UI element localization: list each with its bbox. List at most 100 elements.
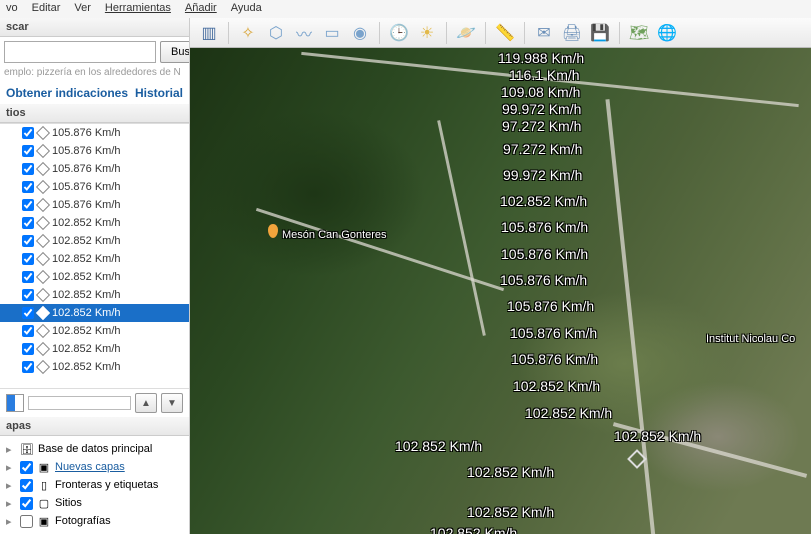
layer-item[interactable]: ▸▣Nuevas capas — [2, 458, 187, 476]
layer-label: Base de datos principal — [38, 443, 152, 455]
place-item[interactable]: 102.852 Km/h — [0, 340, 189, 358]
places-list[interactable]: 105.876 Km/h105.876 Km/h105.876 Km/h105.… — [0, 123, 189, 388]
menu-item[interactable]: Herramientas — [105, 2, 171, 16]
globe-icon[interactable]: 🌐 — [654, 21, 680, 45]
place-item[interactable]: 105.876 Km/h — [0, 196, 189, 214]
place-item[interactable]: 102.852 Km/h — [0, 250, 189, 268]
menu-item[interactable]: Ayuda — [231, 2, 262, 16]
placemark-icon — [36, 270, 50, 284]
menu-item[interactable]: vo — [6, 2, 18, 16]
place-item[interactable]: 102.852 Km/h — [0, 232, 189, 250]
expand-icon[interactable]: ▸ — [6, 515, 16, 528]
save-image-icon[interactable]: 💾 — [587, 21, 613, 45]
panel-toggle-icon[interactable]: ▥ — [196, 21, 222, 45]
place-checkbox[interactable] — [22, 181, 34, 193]
add-path-icon[interactable]: 〰 — [291, 21, 317, 45]
menu-item[interactable]: Ver — [74, 2, 91, 16]
place-item[interactable]: 105.876 Km/h — [0, 124, 189, 142]
add-polygon-icon[interactable]: ⬡ — [263, 21, 289, 45]
directions-link[interactable]: Obtener indicaciones — [6, 86, 128, 100]
place-checkbox[interactable] — [22, 145, 34, 157]
place-checkbox[interactable] — [22, 343, 34, 355]
email-icon[interactable]: ✉ — [531, 21, 557, 45]
placemark-icon — [36, 198, 50, 212]
search-button[interactable]: Buscar — [160, 41, 190, 63]
place-item[interactable]: 105.876 Km/h — [0, 178, 189, 196]
place-label: 105.876 Km/h — [52, 145, 121, 157]
search-panel: Buscar emplo: pizzería en los alrededore… — [0, 37, 189, 82]
sunlight-icon[interactable]: ☀ — [414, 21, 440, 45]
borders-icon: ▯ — [37, 478, 51, 492]
place-checkbox[interactable] — [22, 361, 34, 373]
place-checkbox[interactable] — [22, 217, 34, 229]
layers-list: ▸🗄Base de datos principal▸▣Nuevas capas▸… — [0, 436, 189, 534]
main-toolbar: ▥ ✧⬡〰▭◉ 🕒☀ 🪐 📏 ✉🖨💾 🗺🌐 — [190, 18, 811, 48]
menu-bar[interactable]: vo Editar Ver Herramientas Añadir Ayuda — [0, 0, 811, 18]
search-input[interactable] — [4, 41, 156, 63]
place-item[interactable]: 102.852 Km/h — [0, 286, 189, 304]
place-checkbox[interactable] — [22, 271, 34, 283]
place-checkbox[interactable] — [22, 163, 34, 175]
time-slider-icon[interactable]: 🕒 — [386, 21, 412, 45]
print-icon[interactable]: 🖨 — [559, 21, 585, 45]
add-image-icon[interactable]: ▭ — [319, 21, 345, 45]
layer-item[interactable]: ▸▢Sitios — [2, 494, 187, 512]
layer-item[interactable]: ▸ ▯ Fronteras y etiquetas — [2, 476, 187, 494]
move-down-button[interactable]: ▼ — [161, 393, 183, 413]
place-item[interactable]: 102.852 Km/h — [0, 304, 189, 322]
menu-item[interactable]: Añadir — [185, 2, 217, 16]
layer-item[interactable]: ▸ 🗄 Base de datos principal — [2, 440, 187, 458]
place-item[interactable]: 105.876 Km/h — [0, 142, 189, 160]
place-label: 102.852 Km/h — [52, 343, 121, 355]
move-up-button[interactable]: ▲ — [135, 393, 157, 413]
place-checkbox[interactable] — [22, 325, 34, 337]
places-controls: ▲ ▼ — [0, 388, 189, 417]
place-checkbox[interactable] — [22, 127, 34, 139]
place-label: 102.852 Km/h — [52, 217, 121, 229]
add-placemark-icon[interactable]: ✧ — [235, 21, 261, 45]
placemark-icon — [36, 324, 50, 338]
placemark-icon — [36, 306, 50, 320]
expand-icon[interactable]: ▸ — [6, 461, 16, 474]
expand-icon[interactable]: ▸ — [6, 443, 16, 456]
placemark-icon — [36, 126, 50, 140]
place-item[interactable]: 105.876 Km/h — [0, 160, 189, 178]
poi-institut[interactable]: Institut Nicolau Co — [706, 331, 795, 345]
place-checkbox[interactable] — [22, 199, 34, 211]
place-item[interactable]: 102.852 Km/h — [0, 268, 189, 286]
opacity-slider[interactable] — [28, 396, 131, 410]
database-icon: 🗄 — [20, 442, 34, 456]
places-icon: ▢ — [37, 496, 51, 510]
place-label: 102.852 Km/h — [52, 361, 121, 373]
record-tour-icon[interactable]: ◉ — [347, 21, 373, 45]
place-item[interactable]: 102.852 Km/h — [0, 322, 189, 340]
layer-checkbox[interactable] — [20, 479, 33, 492]
poi-meson[interactable]: Mesón Can Gonteres — [268, 224, 387, 241]
layer-checkbox[interactable] — [20, 461, 33, 474]
expand-icon[interactable]: ▸ — [6, 497, 16, 510]
place-checkbox[interactable] — [22, 289, 34, 301]
place-label: 105.876 Km/h — [52, 199, 121, 211]
map-view[interactable]: Mesón Can Gonteres Institut Nicolau Co 1… — [190, 48, 811, 534]
placemark-icon — [36, 144, 50, 158]
view-maps-icon[interactable]: 🗺 — [626, 21, 652, 45]
layers-panel-header: apas — [0, 417, 189, 436]
place-checkbox[interactable] — [22, 307, 34, 319]
expand-icon[interactable]: ▸ — [6, 479, 16, 492]
layer-checkbox[interactable] — [20, 515, 33, 528]
layer-checkbox[interactable] — [20, 497, 33, 510]
opacity-icon[interactable] — [6, 394, 24, 412]
place-checkbox[interactable] — [22, 253, 34, 265]
menu-item[interactable]: Editar — [32, 2, 61, 16]
history-link[interactable]: Historial — [135, 86, 183, 100]
place-item[interactable]: 102.852 Km/h — [0, 358, 189, 376]
place-checkbox[interactable] — [22, 235, 34, 247]
place-label: 102.852 Km/h — [52, 307, 121, 319]
place-item[interactable]: 102.852 Km/h — [0, 214, 189, 232]
layer-label: Nuevas capas — [55, 461, 125, 473]
layer-item[interactable]: ▸▣Fotografías — [2, 512, 187, 530]
ruler-icon[interactable]: 📏 — [492, 21, 518, 45]
place-label: 102.852 Km/h — [52, 253, 121, 265]
layer-label: Fronteras y etiquetas — [55, 479, 158, 491]
planet-icon[interactable]: 🪐 — [453, 21, 479, 45]
